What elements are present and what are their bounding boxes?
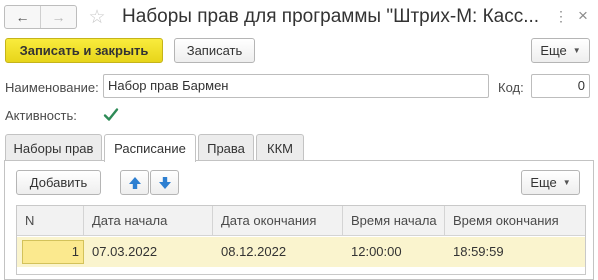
tab-kkm[interactable]: ККМ <box>256 134 304 161</box>
cell-end-time[interactable]: 18:59:59 <box>445 237 585 267</box>
schedule-table: N Дата начала Дата окончания Время начал… <box>16 205 586 275</box>
save-and-close-label: Записать и закрыть <box>19 43 149 58</box>
column-header-end-date[interactable]: Дата окончания <box>213 206 343 236</box>
table-row[interactable]: 1 07.03.2022 08.12.2022 12:00:00 18:59:5… <box>17 237 585 267</box>
cell-end-date[interactable]: 08.12.2022 <box>213 237 343 267</box>
active-checkbox[interactable] <box>103 107 119 123</box>
name-label: Наименование: <box>5 80 99 95</box>
window-title: Наборы прав для программы "Штрих-М: Касс… <box>122 6 540 27</box>
move-up-button[interactable] <box>120 170 149 195</box>
arrow-left-icon: ← <box>15 9 30 25</box>
active-label: Активность: <box>5 108 77 123</box>
window-menu-button[interactable]: ⋮ <box>552 6 570 26</box>
checkmark-icon <box>103 108 119 121</box>
cell-n[interactable]: 1 <box>22 240 84 264</box>
close-button[interactable]: × <box>574 6 592 26</box>
arrow-right-icon: → <box>51 9 66 25</box>
tab-schedule[interactable]: Расписание <box>104 134 196 162</box>
tab-rights-sets-label: Наборы прав <box>13 140 94 156</box>
move-down-button[interactable] <box>150 170 179 195</box>
caret-down-icon: ▼ <box>572 46 581 55</box>
star-icon: ☆ <box>88 6 106 28</box>
save-button[interactable]: Записать <box>174 38 255 63</box>
vertical-dots-icon: ⋮ <box>554 7 568 24</box>
tab-kkm-label: ККМ <box>267 140 293 156</box>
tab-rights-sets[interactable]: Наборы прав <box>5 134 102 161</box>
caret-down-icon: ▼ <box>562 178 571 187</box>
column-header-start-date[interactable]: Дата начала <box>84 206 213 236</box>
column-header-end-time[interactable]: Время окончания <box>445 206 585 236</box>
cell-start-date[interactable]: 07.03.2022 <box>84 237 213 267</box>
tab-rights[interactable]: Права <box>198 134 254 161</box>
table-more-label: Еще <box>530 175 557 190</box>
save-label: Записать <box>186 43 243 58</box>
arrow-up-icon <box>128 176 141 189</box>
favorite-button[interactable]: ☆ <box>84 4 110 30</box>
tab-schedule-label: Расписание <box>114 141 186 156</box>
close-icon: × <box>578 6 588 25</box>
cell-start-time[interactable]: 12:00:00 <box>343 237 445 267</box>
code-field[interactable]: 0 <box>531 74 590 98</box>
save-and-close-button[interactable]: Записать и закрыть <box>5 38 163 63</box>
add-button[interactable]: Добавить <box>16 170 101 195</box>
tab-rights-label: Права <box>207 140 245 156</box>
back-button[interactable]: ← <box>5 6 40 28</box>
table-header: N Дата начала Дата окончания Время начал… <box>17 206 585 236</box>
table-more-button[interactable]: Еще ▼ <box>521 170 580 195</box>
arrow-down-icon <box>158 176 171 189</box>
forward-button[interactable]: → <box>41 6 76 28</box>
column-header-n[interactable]: N <box>17 206 84 236</box>
add-label: Добавить <box>29 175 88 190</box>
more-button[interactable]: Еще ▼ <box>531 38 590 63</box>
code-label: Код: <box>498 80 524 95</box>
navigation-buttons: ← → <box>4 5 77 29</box>
more-label: Еще <box>540 43 567 58</box>
name-field[interactable]: Набор прав Бармен <box>103 74 489 98</box>
column-header-start-time[interactable]: Время начала <box>343 206 445 236</box>
